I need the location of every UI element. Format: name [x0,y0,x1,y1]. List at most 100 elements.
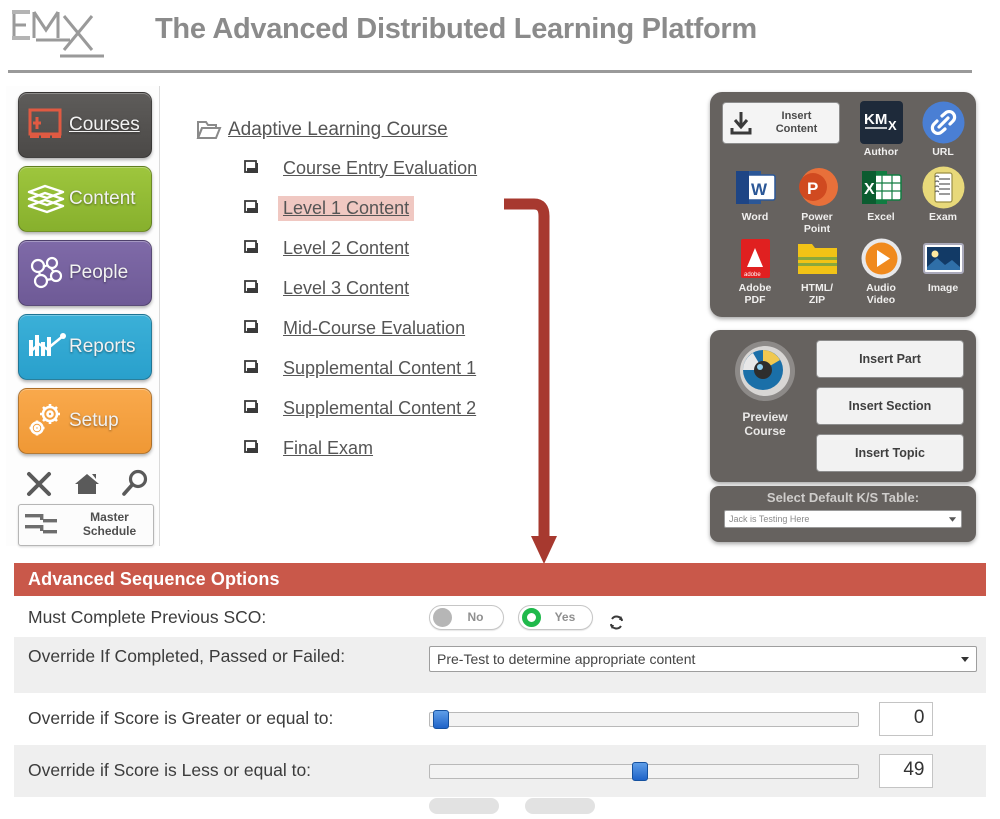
tool-word[interactable]: W Word [724,165,786,224]
slider-track [429,712,859,727]
svg-text:X: X [888,118,897,133]
home-icon[interactable] [70,467,104,501]
tool-powerpoint[interactable]: P Power Point [786,165,848,235]
override-completed-select[interactable]: Pre-Test to determine appropriate conten… [429,646,977,672]
document-icon [244,400,260,416]
document-icon [244,200,260,216]
sidebar-item-label: Courses [69,114,140,135]
row-label: Override if Score is Greater or equal to… [28,708,334,729]
refresh-icon[interactable] [608,614,625,631]
svg-text:P: P [807,179,818,198]
row-label: Override if Score is Less or equal to: [28,760,312,781]
row-label: Must Complete Previous SCO: [28,607,267,628]
kmx-logo [8,4,123,66]
svg-text:KM: KM [864,111,887,128]
form-row-partial [14,797,986,819]
tree-item[interactable]: Course Entry Evaluation [244,148,546,188]
tool-pdf[interactable]: adobe Adobe PDF [724,236,786,306]
form-row-override-completed: Override If Completed, Passed or Failed:… [14,637,986,693]
tool-label: Power Point [786,211,848,235]
tool-label-line1: Power [801,211,833,223]
toggle-label: No [467,610,484,624]
sidebar-item-people[interactable]: People [18,240,152,306]
download-icon [728,109,754,137]
slider-thumb[interactable] [433,710,450,729]
tool-label: Author [863,146,899,158]
tool-label: Exam [928,211,958,223]
tool-excel[interactable]: X Excel [850,165,912,224]
sidebar-item-reports[interactable]: Reports [18,314,152,380]
ks-table-panel: Select Default K/S Table: Jack is Testin… [710,486,976,542]
tool-label-line2: Point [803,222,831,235]
tool-exam[interactable]: Exam [912,165,974,224]
tool-label-line1: Audio [866,282,896,294]
aso-header: Advanced Sequence Options [14,563,986,596]
tool-label: Image [927,282,959,294]
tool-label: Adobe PDF [724,282,786,306]
score-greater-value[interactable]: 0 [879,702,934,736]
preview-course-button[interactable]: Preview Course [722,339,808,439]
tree-item-list: Course Entry Evaluation Level 1 Content Le… [196,148,546,468]
score-greater-slider[interactable] [429,708,859,730]
tool-html-zip[interactable]: HTML/ ZIP [786,236,848,306]
tool-label: Word [741,211,769,223]
sidebar: Courses Content People Reports Setup Mas… [6,86,160,546]
slider-thumb[interactable] [631,762,648,781]
tool-url[interactable]: URL [912,100,974,159]
form-row-score-greater: Override if Score is Greater or equal to… [14,693,986,745]
kmx-author-icon: KM X [859,100,904,145]
aso-title: Advanced Sequence Options [28,569,280,589]
select-value: Pre-Test to determine appropriate conten… [437,651,696,667]
ms-line2: Schedule [82,524,137,538]
ks-table-select[interactable]: Jack is Testing Here [724,510,962,528]
reports-icon [23,323,71,371]
toggle-label: Yes [554,610,576,624]
search-icon[interactable] [118,467,152,501]
score-less-slider[interactable] [429,760,859,782]
excel-icon: X [859,165,904,210]
sidebar-item-content[interactable]: Content [18,166,152,232]
tree-root-item[interactable]: Adaptive Learning Course [196,112,546,148]
tool-label: HTML/ ZIP [786,282,848,306]
chevron-down-icon [961,657,969,662]
advanced-sequence-options: Advanced Sequence Options Must Complete … [0,563,1000,819]
insert-content-button[interactable]: Insert Content [722,102,840,144]
audio-video-icon [859,236,904,281]
tool-image[interactable]: Image [912,236,974,295]
tool-author[interactable]: KM X Author [850,100,912,159]
sidebar-item-label: Reports [69,336,136,357]
insert-part-button[interactable]: Insert Part [816,340,964,378]
sidebar-item-setup[interactable]: Setup [18,388,152,454]
open-folder-icon [196,118,222,142]
sidebar-item-courses[interactable]: Courses [18,92,152,158]
tool-label-line2: PDF [744,293,766,306]
toggle-knob [433,607,452,627]
tree-item-label: Level 3 Content [283,277,410,298]
tree-item-label: Supplemental Content 1 [283,357,477,378]
svg-text:adobe: adobe [744,272,761,278]
courses-icon [23,101,71,149]
row-label: Override If Completed, Passed or Failed: [28,646,346,666]
insert-section-button[interactable]: Insert Section [816,387,964,425]
close-icon[interactable] [22,467,56,501]
toggle-no[interactable]: No [429,604,504,630]
people-icon [23,249,71,297]
toggle-partial-2[interactable] [525,797,596,814]
tree-item-label: Final Exam [283,437,374,458]
insert-topic-button[interactable]: Insert Topic [816,434,964,472]
master-schedule-label: Master Schedule [66,510,153,539]
master-schedule-button[interactable]: Master Schedule [18,504,154,546]
score-less-value[interactable]: 49 [879,754,934,788]
toggle-yes[interactable]: Yes [518,604,594,630]
tool-label-line1: Adobe [738,282,772,294]
tool-label-line1: HTML/ [800,282,834,294]
tool-audio-video[interactable]: Audio Video [850,236,912,306]
toggle-partial-1[interactable] [429,797,499,814]
document-icon [244,240,260,256]
link-icon [921,100,966,145]
content-icon [23,175,71,223]
row-control-partial [429,797,986,819]
row-control: 49 [429,754,986,788]
row-control: No Yes [429,604,986,632]
ic-line2: Content [775,123,818,135]
